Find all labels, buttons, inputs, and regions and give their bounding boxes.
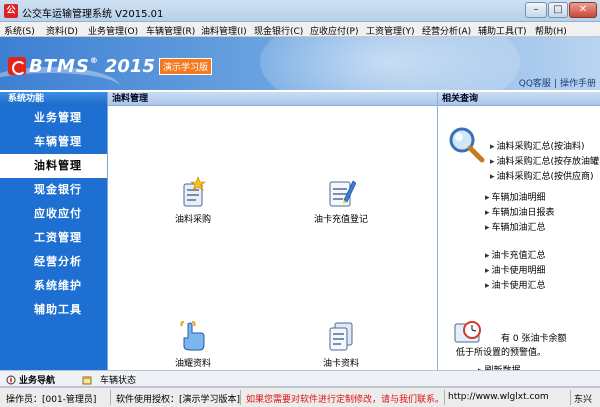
menu-fuel[interactable]: 油料管理(I) [201, 24, 247, 37]
menu-tools[interactable]: 辅助工具(T) [478, 24, 527, 37]
banner: BTMS® 2015 演示学习版 QQ客服 | 操作手册 [0, 37, 600, 90]
status-extra: 东兴 [574, 395, 593, 405]
query-refuel-detail[interactable]: 车辆加油明细 [485, 190, 546, 203]
sidebar: 系统功能 业务管理 车辆管理 油料管理 现金银行 应收应付 工资管理 经营分析 … [0, 92, 108, 370]
status-separator [570, 390, 571, 405]
main-content: 油料管理 油料采购 油卡充值登记 油耀资料 油卡资料 [108, 92, 438, 370]
edition-badge: 演示学习版 [158, 57, 212, 75]
low-balance-notice: 有 0 张油卡余额 低于所设置的预警值。 [456, 332, 566, 360]
minimize-button[interactable]: – [525, 2, 547, 18]
sidebar-item-tools[interactable]: 辅助工具 [0, 298, 107, 322]
app-icon: 公 [4, 4, 18, 18]
sidebar-item-receivable[interactable]: 应收应付 [0, 202, 107, 226]
status-customization-notice: 如果您需要对软件进行定制修改，请与我们联系。 [246, 395, 445, 405]
tile-card-data[interactable]: 油卡资料 [296, 320, 386, 369]
card-data-icon [329, 322, 353, 351]
menu-vehicle[interactable]: 车辆管理(R) [146, 24, 195, 37]
brand-logo: BTMS® 2015 演示学习版 [8, 55, 212, 77]
tile-label: 油料采购 [174, 215, 211, 225]
query-refuel-daily[interactable]: 车辆加油日报表 [485, 205, 555, 218]
tile-card-recharge[interactable]: 油卡充值登记 [296, 176, 386, 225]
menu-business[interactable]: 业务管理(O) [88, 24, 138, 37]
logo-mark-icon [8, 57, 26, 75]
status-separator [444, 390, 445, 405]
notice-line-2: 低于所设置的预警值。 [456, 348, 547, 358]
window-title: 公交车运输管理系统 V2015.01 [22, 9, 164, 20]
magnifier-icon [449, 127, 485, 163]
menu-salary[interactable]: 工资管理(Y) [366, 24, 415, 37]
menu-system[interactable]: 系统(S) [4, 24, 35, 37]
query-card-usage-detail[interactable]: 油卡使用明细 [485, 263, 546, 276]
status-website[interactable]: http://www.wlglxt.com [448, 392, 549, 402]
related-header: 相关查询 [438, 92, 600, 106]
query-purchase-by-tank[interactable]: 油料采购汇总(按存放油罐) [490, 154, 600, 167]
sidebar-header: 系统功能 [0, 92, 107, 106]
calendar-icon [82, 376, 92, 384]
banner-links: QQ客服 | 操作手册 [519, 76, 596, 89]
sidebar-item-salary[interactable]: 工资管理 [0, 226, 107, 250]
title-bar: 公 公交车运输管理系统 V2015.01 – □ ✕ [0, 0, 600, 22]
sidebar-item-business[interactable]: 业务管理 [0, 106, 107, 130]
query-purchase-by-supplier[interactable]: 油料采购汇总(按供应商) [490, 169, 594, 182]
query-purchase-by-fuel[interactable]: 油料采购汇总(按油料) [490, 139, 585, 152]
maximize-button[interactable]: □ [548, 2, 568, 18]
banner-glow [260, 37, 520, 90]
notice-line-1: 有 0 张油卡余额 [501, 334, 567, 344]
sidebar-item-analysis[interactable]: 经营分析 [0, 250, 107, 274]
menu-bar: 系统(S) 资料(D) 业务管理(O) 车辆管理(R) 油料管理(I) 现金银行… [0, 22, 600, 37]
sidebar-item-cash[interactable]: 现金银行 [0, 178, 107, 202]
related-queries-panel: 相关查询 油料采购汇总(按油料) 油料采购汇总(按存放油罐) 油料采购汇总(按供… [438, 92, 600, 376]
tile-fuel-purchase[interactable]: 油料采购 [148, 176, 238, 225]
close-button[interactable]: ✕ [569, 2, 597, 18]
tile-fuel-data[interactable]: 油耀资料 [148, 320, 238, 369]
tab-label: 业务导航 [19, 376, 56, 386]
tile-label: 油卡资料 [322, 359, 359, 369]
menu-cash[interactable]: 现金银行(C) [254, 24, 303, 37]
tile-label: 油耀资料 [174, 359, 211, 369]
content-header: 油料管理 [108, 92, 437, 106]
status-license: 软件使用授权：[演示学习版本] [116, 395, 241, 405]
tab-label: 车辆状态 [100, 376, 137, 386]
tab-business-nav[interactable]: 业务导航 [6, 373, 55, 386]
logo-year: 2015 [104, 55, 155, 77]
manual-link[interactable]: 操作手册 [560, 79, 596, 89]
sidebar-item-maintenance[interactable]: 系统维护 [0, 274, 107, 298]
status-separator [110, 390, 111, 405]
sidebar-item-vehicle[interactable]: 车辆管理 [0, 130, 107, 154]
qq-support-link[interactable]: QQ客服 [519, 79, 551, 89]
menu-receivable[interactable]: 应收应付(P) [310, 24, 358, 37]
fuel-data-icon [180, 321, 205, 351]
card-recharge-icon [329, 180, 356, 207]
query-recharge-summary[interactable]: 油卡充值汇总 [485, 248, 546, 261]
query-refuel-summary[interactable]: 车辆加油汇总 [485, 220, 546, 233]
tab-vehicle-status[interactable]: 车辆状态 [82, 373, 136, 386]
status-separator [240, 390, 241, 405]
sidebar-item-fuel[interactable]: 油料管理 [0, 154, 107, 178]
menu-analysis[interactable]: 经营分析(A) [422, 24, 471, 37]
menu-help[interactable]: 帮助(H) [535, 24, 567, 37]
status-bar: 操作员：[001-管理员] 软件使用授权：[演示学习版本] 如果您需要对软件进行… [0, 387, 600, 407]
menu-data[interactable]: 资料(D) [46, 24, 78, 37]
tile-label: 油卡充值登记 [313, 215, 368, 225]
logo-text: BTMS® [29, 55, 99, 77]
bottom-tab-bar: 业务导航 车辆状态 [0, 370, 600, 387]
link-separator: | [553, 79, 557, 89]
status-operator: 操作员：[001-管理员] [6, 395, 97, 405]
fuel-purchase-icon [183, 176, 206, 207]
compass-icon [6, 375, 16, 384]
query-card-usage-summary[interactable]: 油卡使用汇总 [485, 278, 546, 291]
